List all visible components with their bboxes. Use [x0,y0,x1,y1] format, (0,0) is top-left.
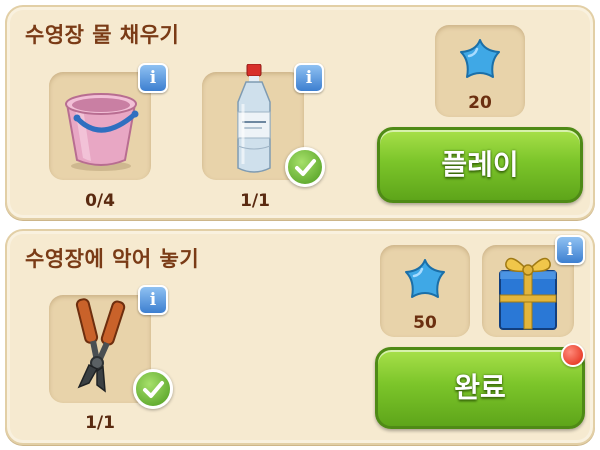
bolt-cutter-icon [59,297,143,401]
task-title: 수영장 물 채우기 [25,23,180,47]
item-progress-bolt-cutter: 1/1 [85,413,115,433]
info-button-bolt-cutter[interactable]: i [138,285,168,315]
reward-value: 50 [413,313,437,333]
info-button-gift[interactable]: i [555,235,585,265]
bucket-icon [57,78,145,178]
complete-button[interactable]: 완료 [375,347,585,429]
checkmark-icon [133,369,173,409]
reward-value: 20 [468,93,492,113]
reward-slot: 50 [380,245,470,337]
info-button-bottle[interactable]: i [294,63,324,93]
gift-box-icon [492,243,564,337]
task-panel-fill-pool: 수영장 물 채우기 i 0/4 i 1/1 20 플레이 [5,5,595,220]
info-button-bucket[interactable]: i [138,63,168,93]
blue-star-icon [402,257,448,305]
notification-dot [561,343,585,367]
task-title: 수영장에 악어 놓기 [25,247,200,271]
item-progress-bottle: 1/1 [240,191,270,211]
water-bottle-icon [232,63,276,180]
blue-star-icon [457,37,503,85]
reward-slot: 20 [435,25,525,117]
checkmark-icon [285,147,325,187]
item-progress-bucket: 0/4 [85,191,115,211]
task-panel-place-crocodile: 수영장에 악어 놓기 i 1/1 50 i 완료 [5,229,595,445]
item-slot-bucket[interactable] [49,72,151,180]
play-button[interactable]: 플레이 [377,127,583,203]
